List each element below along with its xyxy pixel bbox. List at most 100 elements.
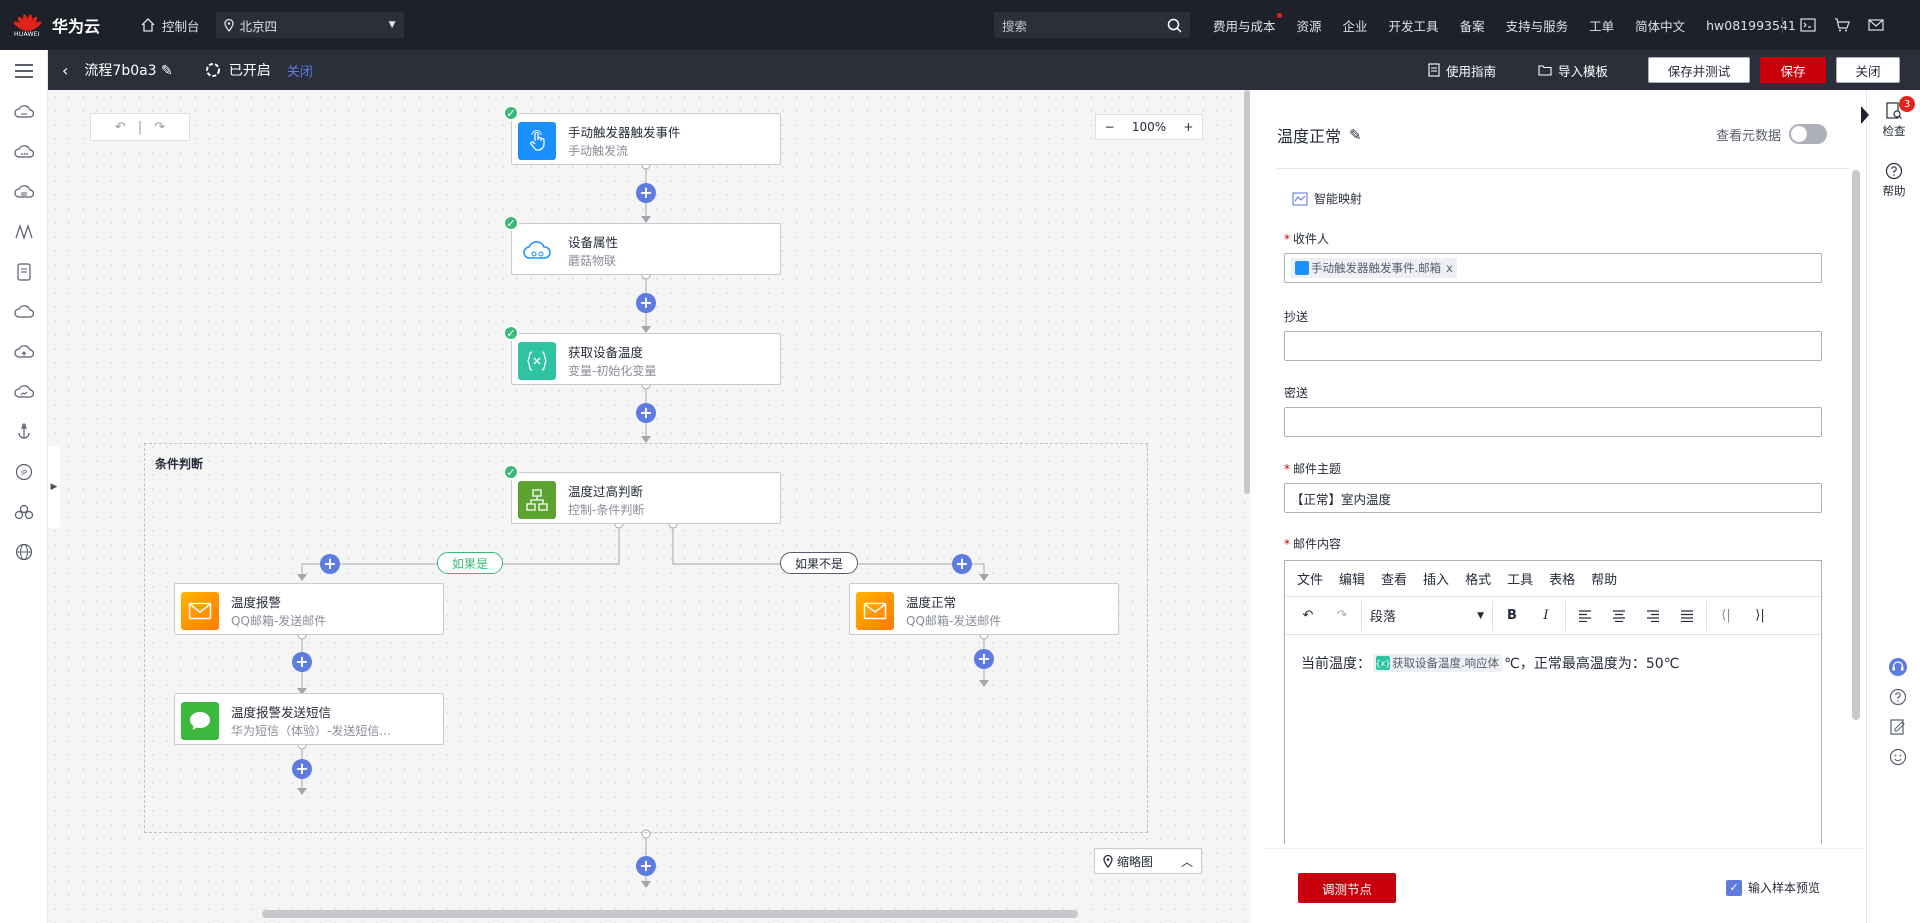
flow-canvas[interactable]: ↶ | ↷ − 100% + 条件判断 手动触发器触发事件 手动触发流 ✓ 设备…: [48, 90, 1250, 923]
mail-icon[interactable]: [1868, 19, 1884, 31]
sample-preview-checkbox[interactable]: ✓ 输入样本预览: [1726, 879, 1820, 896]
storage-icon[interactable]: [0, 252, 47, 292]
cloud-service-icon-1[interactable]: [0, 92, 47, 132]
menu-help[interactable]: 帮助: [1591, 569, 1617, 588]
scroll-thumb[interactable]: [1244, 90, 1250, 494]
menu-format[interactable]: 格式: [1465, 569, 1491, 588]
canvas-horizontal-scrollbar[interactable]: [262, 910, 1078, 918]
view-metadata-toggle[interactable]: 查看元数据: [1716, 124, 1828, 144]
italic-icon[interactable]: I: [1531, 601, 1561, 631]
bold-icon[interactable]: B: [1497, 601, 1527, 631]
edit-pencil-icon[interactable]: ✎: [161, 63, 173, 79]
turn-off-link[interactable]: 关闭: [287, 61, 313, 80]
help-button[interactable]: 帮助: [1867, 150, 1920, 210]
flow-node-temperature-alarm[interactable]: 温度报警 QQ邮箱-发送邮件: [174, 583, 444, 635]
globe-icon[interactable]: [0, 532, 47, 572]
menu-icon[interactable]: [0, 50, 47, 92]
branch-no-label[interactable]: 如果不是: [780, 552, 859, 574]
terminal-icon[interactable]: [1800, 18, 1816, 32]
menu-file[interactable]: 文件: [1297, 569, 1323, 588]
add-step-plus-icon[interactable]: +: [292, 652, 312, 672]
recipient-field[interactable]: 手动触发器触发事件.邮箱 x: [1284, 253, 1822, 283]
add-step-plus-icon[interactable]: +: [636, 293, 656, 313]
flow-node-alarm-sms[interactable]: 温度报警发送短信 华为短信（体验）-发送短信...: [174, 693, 444, 745]
flow-node-get-temperature[interactable]: 获取设备温度 变量-初始化变量: [511, 333, 781, 385]
user-guide-link[interactable]: 使用指南: [1428, 50, 1496, 90]
undo-icon[interactable]: ↶: [115, 120, 126, 135]
language-switch[interactable]: 简体中文: [1635, 16, 1685, 35]
flow-node-device-property[interactable]: 设备属性 蘑菇物联: [511, 223, 781, 275]
link-devtools[interactable]: 开发工具: [1389, 16, 1439, 35]
import-template-link[interactable]: 导入模板: [1538, 50, 1608, 90]
cloud-service-icon-2[interactable]: [0, 132, 47, 172]
align-left-icon[interactable]: [1570, 601, 1600, 631]
global-search-input[interactable]: 搜索: [994, 12, 1190, 38]
cart-icon[interactable]: [1834, 18, 1850, 32]
branch-yes-label[interactable]: 如果是: [437, 552, 504, 574]
search-icon[interactable]: [1167, 18, 1182, 33]
cloud-service-icon-3[interactable]: [0, 172, 47, 212]
smart-mapping-button[interactable]: 智能映射: [1292, 190, 1362, 207]
save-button[interactable]: 保存: [1760, 57, 1826, 83]
redo-icon[interactable]: ↷: [154, 120, 165, 135]
metadata-switch[interactable]: [1789, 124, 1828, 144]
anchor-icon[interactable]: [0, 412, 47, 452]
add-step-plus-icon[interactable]: +: [320, 554, 340, 574]
cloud-service-icon-4[interactable]: [0, 292, 47, 332]
link-support[interactable]: 支持与服务: [1506, 16, 1569, 35]
add-step-plus-icon[interactable]: +: [952, 554, 972, 574]
panel-vertical-scrollbar[interactable]: [1852, 170, 1860, 720]
checkbox-checked-icon[interactable]: ✓: [1726, 879, 1742, 896]
cluster-icon[interactable]: [0, 492, 47, 532]
add-step-plus-icon[interactable]: +: [636, 403, 656, 423]
huawei-logo[interactable]: HUAWEI 华为云: [0, 8, 130, 42]
minimap-toggle[interactable]: 缩略图 ︿: [1094, 848, 1202, 874]
editor-body[interactable]: 当前温度： {x} 获取设备温度.响应体 ℃，正常最高温度为：50℃: [1285, 635, 1821, 691]
menu-tools[interactable]: 工具: [1507, 569, 1533, 588]
link-billing[interactable]: 费用与成本: [1213, 12, 1281, 35]
paragraph-format-select[interactable]: 段落 ▼: [1361, 600, 1493, 631]
collapse-left-panel-icon[interactable]: ▶: [48, 446, 60, 528]
console-link[interactable]: 控制台: [140, 16, 200, 35]
cc-field[interactable]: [1284, 331, 1822, 361]
recipient-token-chip[interactable]: 手动触发器触发事件.邮箱 x: [1291, 258, 1457, 278]
variable-token-chip[interactable]: {x} 获取设备温度.响应体: [1373, 654, 1503, 672]
rich-text-editor[interactable]: 文件 编辑 查看 插入 格式 工具 表格 帮助 ↶ ↷ 段落 ▼ B I ⟨|: [1284, 560, 1822, 844]
undo-icon[interactable]: ↶: [1293, 601, 1323, 631]
add-step-plus-icon[interactable]: +: [636, 183, 656, 203]
canvas-vertical-scrollbar[interactable]: [1244, 90, 1250, 923]
ip-icon[interactable]: IP: [0, 452, 47, 492]
align-center-icon[interactable]: [1604, 601, 1634, 631]
flow-node-manual-trigger[interactable]: 手动触发器触发事件 手动触发流: [511, 113, 781, 165]
link-filing[interactable]: 备案: [1460, 16, 1485, 35]
link-resources[interactable]: 资源: [1297, 16, 1322, 35]
bcc-field[interactable]: [1284, 407, 1822, 437]
feedback-edit-icon[interactable]: [1888, 718, 1908, 736]
menu-table[interactable]: 表格: [1549, 569, 1575, 588]
link-enterprise[interactable]: 企业: [1343, 16, 1368, 35]
zoom-out-icon[interactable]: −: [1105, 120, 1115, 134]
customer-service-icon[interactable]: [1888, 658, 1908, 676]
menu-insert[interactable]: 插入: [1423, 569, 1449, 588]
zoom-in-icon[interactable]: +: [1183, 120, 1193, 134]
flow-node-temperature-check[interactable]: 温度过高判断 控制-条件判断: [511, 472, 781, 524]
cloud-monitor-icon[interactable]: [0, 372, 47, 412]
flow-node-temperature-normal[interactable]: 温度正常 QQ邮箱-发送邮件: [849, 583, 1119, 635]
menu-edit[interactable]: 编辑: [1339, 569, 1365, 588]
redo-icon[interactable]: ↷: [1327, 601, 1357, 631]
align-right-icon[interactable]: [1638, 601, 1668, 631]
add-step-plus-icon[interactable]: +: [636, 856, 656, 876]
inspect-button[interactable]: 3 检查: [1867, 90, 1920, 150]
align-justify-icon[interactable]: [1672, 601, 1702, 631]
faq-icon[interactable]: [1888, 688, 1908, 706]
region-selector[interactable]: 北京四 ▼: [215, 12, 404, 38]
edit-pencil-icon[interactable]: ✎: [1349, 126, 1362, 144]
ltr-icon[interactable]: ⟨|: [1711, 601, 1741, 631]
add-step-plus-icon[interactable]: +: [974, 649, 994, 669]
debug-node-button[interactable]: 调测节点: [1298, 873, 1396, 903]
subject-field[interactable]: 【正常】室内温度: [1284, 483, 1822, 513]
smiley-feedback-icon[interactable]: [1888, 748, 1908, 766]
add-step-plus-icon[interactable]: +: [292, 759, 312, 779]
back-arrow-icon[interactable]: ‹: [62, 61, 68, 80]
menu-view[interactable]: 查看: [1381, 569, 1407, 588]
